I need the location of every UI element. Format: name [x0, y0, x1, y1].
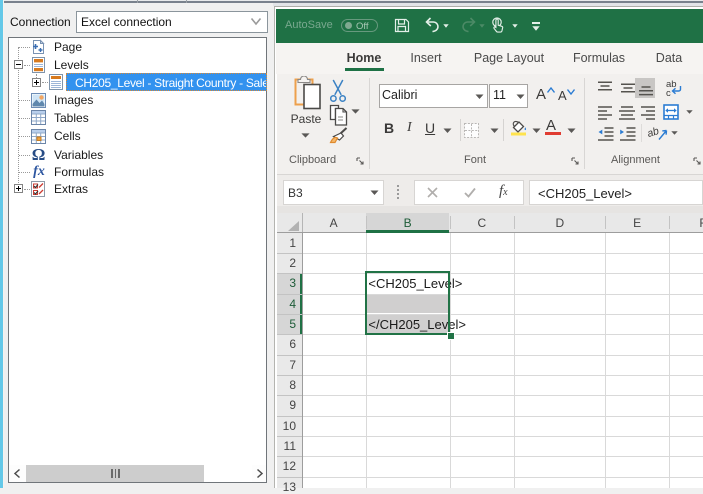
svg-text:ab: ab — [648, 125, 661, 140]
svg-text:c: c — [666, 88, 671, 99]
